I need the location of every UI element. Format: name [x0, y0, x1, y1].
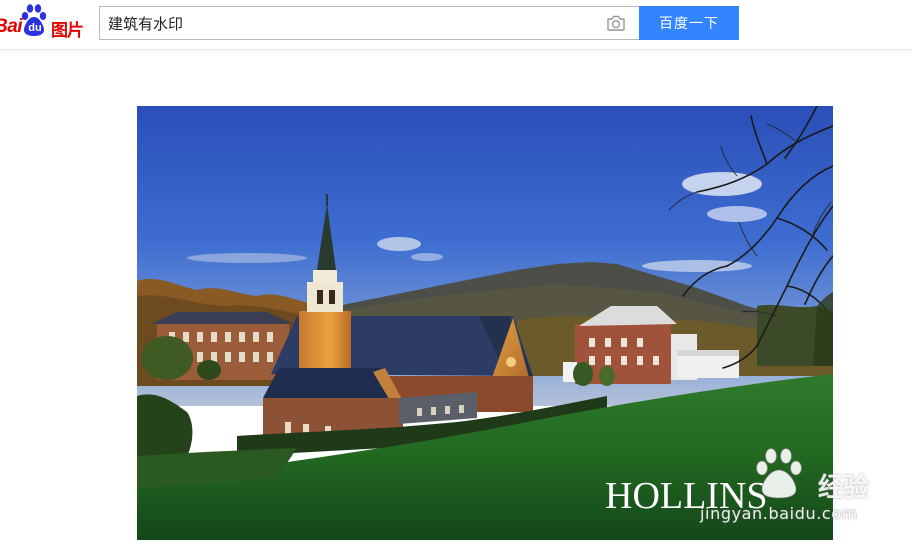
baidu-jingyan-watermark: 经验 jingyan.baidu.com: [700, 448, 870, 528]
search-button[interactable]: 百度一下: [639, 6, 739, 40]
watermark-domain: jingyan.baidu.com: [700, 504, 858, 523]
search-input[interactable]: [100, 7, 595, 39]
logo-product-text: 图片: [51, 21, 84, 41]
logo-paw-text: du: [28, 22, 42, 34]
search-header: Bai du 图片 百度一下: [0, 0, 912, 50]
paw-icon: [756, 448, 802, 499]
watermark-brand: 经验: [818, 473, 869, 503]
camera-icon[interactable]: [606, 14, 626, 32]
baidu-image-logo[interactable]: Bai du 图片: [0, 3, 94, 43]
search-box: [99, 6, 640, 40]
